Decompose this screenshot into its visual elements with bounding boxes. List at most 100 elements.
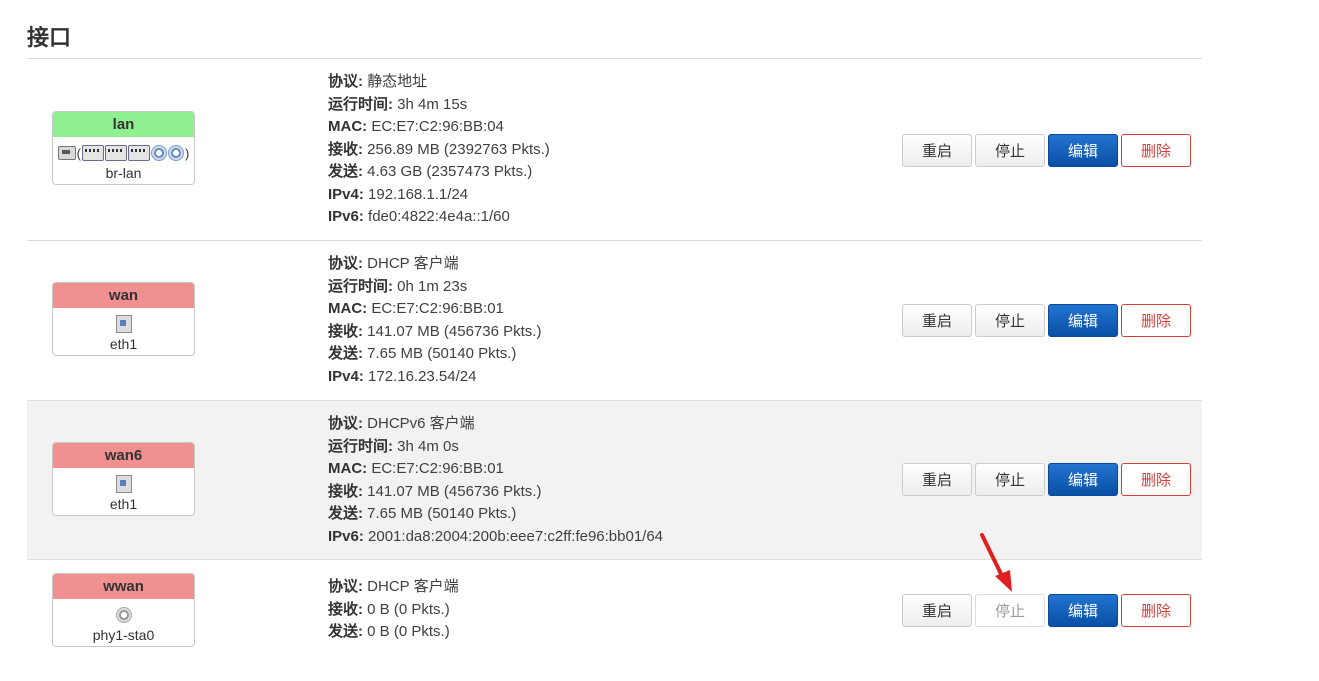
device-icons [53,308,194,335]
interface-name: wwan [53,574,194,599]
ethernet-adapter-icon [115,315,132,333]
protocol-label: 协议: [328,415,363,432]
device-icons: ( ) [53,137,194,164]
interface-status-lan: 协议: 静态地址 运行时间: 3h 4m 15s MAC: EC:E7:C2:9… [328,71,550,229]
uptime-label: 运行时间: [328,277,393,295]
interface-name: wan [53,283,194,308]
mac-label: MAC: [328,118,368,135]
interfaces-table: lan ( ) br-lan 协议: 静态地址 运行时间: 3h 4m 15s … [27,58,1202,670]
rx-label: 接收: [328,322,363,340]
ipv6-value: fde0:4822:4e4a::1/60 [368,208,510,225]
protocol-label: 协议: [328,255,363,272]
interface-actions-lan: 重启 停止 编辑 删除 [902,134,1191,167]
restart-button[interactable]: 重启 [902,594,972,627]
tx-value: 0 B (0 Pkts.) [367,623,450,640]
ipv4-label: IPv4: [328,185,364,203]
bridge-port-icon [128,145,150,161]
rx-value: 0 B (0 Pkts.) [367,600,450,618]
protocol-label: 协议: [328,73,363,90]
interface-badge-lan[interactable]: lan ( ) br-lan [52,111,195,185]
ipv4-value: 192.168.1.1/24 [368,185,469,203]
delete-button[interactable]: 删除 [1121,134,1191,167]
delete-button[interactable]: 删除 [1121,594,1191,627]
rx-label: 接收: [328,482,363,500]
interface-badge-wan6[interactable]: wan6 eth1 [52,442,195,516]
interface-actions-wwan: 重启 停止 编辑 删除 [902,594,1191,627]
uptime-label: 运行时间: [328,95,393,113]
interface-device: eth1 [109,496,138,512]
paren-open: ( [76,145,81,161]
mac-label: MAC: [328,300,368,317]
tx-label: 发送: [328,345,363,362]
rx-label: 接收: [328,140,363,158]
ethernet-adapter-icon [115,475,132,493]
edit-button[interactable]: 编辑 [1048,594,1118,627]
ipv6-label: IPv6: [328,208,364,225]
interface-row-lan: lan ( ) br-lan 协议: 静态地址 运行时间: 3h 4m 15s … [27,59,1202,241]
wifi-icon [168,145,184,161]
restart-button[interactable]: 重启 [902,134,972,167]
edit-button[interactable]: 编辑 [1048,463,1118,496]
restart-button[interactable]: 重启 [902,304,972,337]
edit-button[interactable]: 编辑 [1048,134,1118,167]
delete-button[interactable]: 删除 [1121,463,1191,496]
restart-button[interactable]: 重启 [902,463,972,496]
protocol-value: 静态地址 [367,73,428,90]
mac-label: MAC: [328,460,368,477]
ethernet-port-icon [57,146,76,160]
ipv4-value: 172.16.23.54/24 [368,367,477,385]
rx-value: 141.07 MB (456736 Pkts.) [367,322,542,340]
wifi-icon [151,145,167,161]
protocol-value: DHCP 客户端 [367,255,459,272]
interface-name: wan6 [53,443,194,468]
interface-badge-wan[interactable]: wan eth1 [52,282,195,356]
ipv4-label: IPv4: [328,367,364,385]
interface-device: eth1 [109,336,138,352]
interface-badge-wwan[interactable]: wwan phy1-sta0 [52,573,195,647]
bridge-port-icon [82,145,104,161]
tx-label: 发送: [328,623,363,640]
paren-close: ) [185,145,190,161]
device-icons [53,468,194,495]
mac-value: EC:E7:C2:96:BB:01 [371,460,504,477]
interface-device: br-lan [105,165,142,181]
uptime-value: 0h 1m 23s [397,277,468,295]
rx-value: 141.07 MB (456736 Pkts.) [367,482,542,500]
mac-value: EC:E7:C2:96:BB:04 [371,118,504,135]
annotation-arrow-icon [980,533,1012,592]
stop-button[interactable]: 停止 [975,594,1045,627]
uptime-value: 3h 4m 15s [397,95,468,113]
uptime-value: 3h 4m 0s [397,437,459,455]
interface-status-wan6: 协议: DHCPv6 客户端 运行时间: 3h 4m 0s MAC: EC:E7… [328,413,663,548]
stop-button[interactable]: 停止 [975,134,1045,167]
ipv6-label: IPv6: [328,527,364,545]
rx-label: 接收: [328,600,363,618]
tx-value: 7.65 MB (50140 Pkts.) [367,505,517,522]
tx-value: 4.63 GB (2357473 Pkts.) [367,163,533,180]
interface-row-wan6: wan6 eth1 协议: DHCPv6 客户端 运行时间: 3h 4m 0s … [27,401,1202,560]
delete-button[interactable]: 删除 [1121,304,1191,337]
page-title: 接口 [27,25,72,50]
bridge-port-icon [105,145,127,161]
protocol-value: DHCPv6 客户端 [367,415,475,432]
tx-value: 7.65 MB (50140 Pkts.) [367,345,517,362]
stop-button[interactable]: 停止 [975,463,1045,496]
rx-value: 256.89 MB (2392763 Pkts.) [367,140,550,158]
edit-button[interactable]: 编辑 [1048,304,1118,337]
interface-actions-wan: 重启 停止 编辑 删除 [902,304,1191,337]
stop-button[interactable]: 停止 [975,304,1045,337]
interface-row-wwan: wwan phy1-sta0 协议: DHCP 客户端 接收: 0 B (0 P… [27,560,1202,670]
mac-value: EC:E7:C2:96:BB:01 [371,300,504,317]
protocol-value: DHCP 客户端 [367,578,459,595]
interface-actions-wan6: 重启 停止 编辑 删除 [902,463,1191,496]
protocol-label: 协议: [328,578,363,595]
wifi-disconnected-icon [115,607,132,623]
interface-status-wan: 协议: DHCP 客户端 运行时间: 0h 1m 23s MAC: EC:E7:… [328,253,541,388]
device-icons [53,599,194,626]
ipv6-value: 2001:da8:2004:200b:eee7:c2ff:fe96:bb01/6… [368,527,664,545]
interface-name: lan [53,112,194,137]
interface-device: phy1-sta0 [92,627,155,643]
interface-status-wwan: 协议: DHCP 客户端 接收: 0 B (0 Pkts.) 发送: 0 B (… [328,576,459,644]
tx-label: 发送: [328,505,363,522]
interface-row-wan: wan eth1 协议: DHCP 客户端 运行时间: 0h 1m 23s MA… [27,241,1202,401]
